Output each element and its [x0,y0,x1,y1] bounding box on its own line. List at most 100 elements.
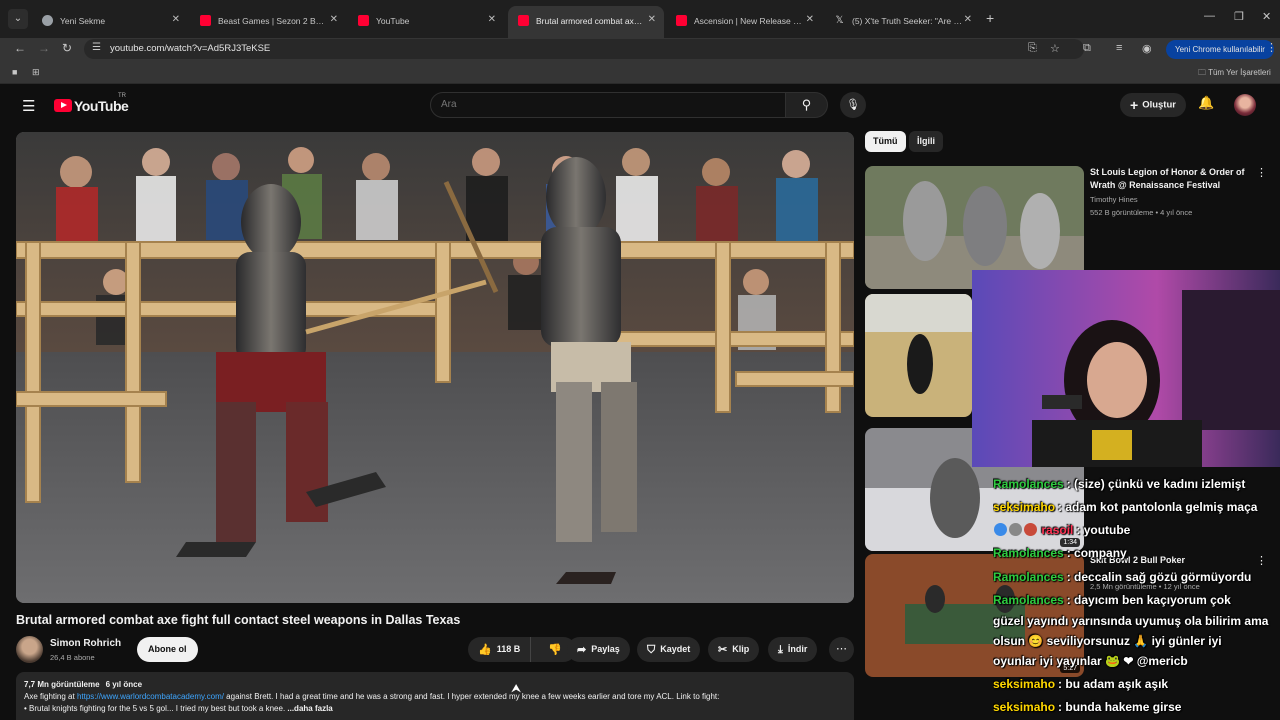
chat-message-continuation: güzel yayındı yarınsında uyumuş ola bili… [993,614,1269,628]
like-button[interactable]: 👍 118 B [468,637,532,662]
notifications-bell-icon[interactable]: 🔔 [1198,95,1214,111]
chat-message: Ramolances: dayıcım ben kaçıyorum çok [993,593,1231,607]
chat-message-continuation: olsun 😊 seviliyorsunuz 🙏 iyi günler iyi [993,634,1222,648]
site-info-icon[interactable]: ☰ [92,42,101,53]
chat-message: Ramolances: (size) çünkü ve kadını izlem… [993,477,1246,491]
country-code: TR [118,93,126,99]
browser-tab-bar: ⌄ Yeni Sekme ✕ Beast Games | Sezon 2 Böl… [0,0,1280,38]
show-more-link[interactable]: ...daha fazla [287,704,332,713]
tab-new-tab[interactable]: Yeni Sekme ✕ [32,6,188,34]
chrome-update-button[interactable]: Yeni Chrome kullanılabilir [1166,40,1274,59]
x-icon: 𝕏 [835,15,844,27]
description-box[interactable]: 7,7 Mn görüntüleme 6 yıl önce Axe fightin… [16,672,854,720]
minimize-icon[interactable]: — [1204,10,1215,22]
chat-message: Ramolances: deccalin sağ gözü görmüyordu [993,570,1252,584]
chat-message: seksimaho: bu adam aşık aşık [993,677,1169,691]
recommendation-channel[interactable]: Timothy Hines [1090,195,1138,204]
youtube-icon [676,15,687,27]
download-button[interactable]: ⤓ İndir [768,637,818,662]
clip-button[interactable]: ✂ Klip [708,637,760,662]
channel-avatar[interactable] [16,636,43,663]
download-icon: ⤓ [778,644,783,656]
tab-beast-games[interactable]: Beast Games | Sezon 2 Bölüm 2 ✕ [190,6,346,34]
description-line-2: • Brutal knights fighting for the 5 vs 5… [24,704,333,713]
video-player[interactable] [16,132,854,603]
tab-x-truth-seeker[interactable]: 𝕏(5) X'te Truth Seeker: "Are you a ✕ [824,6,980,34]
reload-icon[interactable]: ↻ [62,41,72,55]
create-button[interactable]: + Oluştur [1120,93,1186,117]
like-dislike-group: 👍 118 B 👎 [468,637,576,662]
chrome-icon [42,15,53,27]
tab-ascension[interactable]: Ascension | New Release Date T ✕ [666,6,822,34]
mouse-cursor-icon: ⮝ [511,681,522,695]
subscribe-button[interactable]: Abone ol [137,637,198,662]
tab-youtube[interactable]: YouTube ✕ [348,6,504,34]
chip-all[interactable]: Tümü [865,131,906,152]
chat-message: Ramolances: company [993,546,1127,560]
tab-search-button[interactable]: ⌄ [8,9,28,29]
close-icon[interactable]: ✕ [330,6,338,34]
youtube-icon [518,15,529,27]
thumbnail-image [865,294,972,417]
description-line-1: Axe fighting at https://www.warlordcomba… [24,692,720,701]
more-vertical-icon[interactable]: ⋮ [1256,166,1267,179]
subscriber-count: 26,4 B abone [50,653,95,662]
search-button[interactable]: ⚲ [786,92,828,118]
chat-message: seksimaho: adam kot pantolonla gelmiş ma… [993,500,1258,514]
view-count: 7,7 Mn görüntüleme [24,680,100,689]
microphone-icon: 🎙 [846,99,860,111]
close-icon[interactable]: ✕ [172,6,180,34]
cast-icon[interactable]: ⎘ [1028,42,1037,55]
recommendation-title[interactable]: St Louis Legion of Honor & Order of Wrat… [1090,166,1258,192]
apps-grid-icon[interactable]: ⊞ [32,67,40,78]
more-actions-button[interactable]: ⋯ [829,637,854,662]
media-icon[interactable]: ≡ [1116,42,1122,54]
extensions-icon[interactable]: ⧉ [1083,42,1091,55]
bookmark-page-icon[interactable]: ■ [12,67,17,77]
voice-search-button[interactable]: 🎙 [840,92,866,118]
save-button[interactable]: ⛉ Kaydet [637,637,701,662]
youtube-logo[interactable]: YouTube TR [54,93,129,114]
close-icon[interactable]: ✕ [488,6,496,34]
close-icon[interactable]: ✕ [648,6,656,34]
webcam-image [972,270,1280,467]
recommendation-meta: 552 B görüntüleme • 4 yıl önce [1090,208,1193,217]
new-tab-icon[interactable]: + [986,10,994,26]
emote-icon [1024,523,1037,536]
chrome-menu-icon[interactable]: ⋮ [1266,41,1277,54]
window-close-icon[interactable]: ✕ [1262,10,1271,23]
user-avatar[interactable] [1234,94,1256,116]
recommendation-thumbnail[interactable] [865,294,972,417]
all-bookmarks-folder[interactable]: 🗀 Tüm Yer İşaretleri [1198,67,1271,81]
description-link[interactable]: https://www.warlordcombatacademy.com/ [77,692,224,701]
close-icon[interactable]: ✕ [964,6,972,34]
back-icon[interactable]: ← [14,41,26,55]
plus-icon: + [1130,97,1139,113]
bookmark-icon: ⛉ [647,644,656,656]
search-input[interactable] [441,99,771,110]
chat-message-continuation: oyunlar iyi yayınlar 🐸 ❤ @mericb [993,654,1188,668]
share-icon: ➦ [577,644,587,656]
chip-related[interactable]: İlgili [909,131,943,152]
video-title: Brutal armored combat axe fight full con… [16,613,461,627]
emote-icon [994,523,1007,536]
restore-icon[interactable]: ❐ [1234,10,1244,23]
address-bar[interactable]: ☰ youtube.com/watch?v=Ad5RJ3TeKSE ⎘ ☆ [84,39,1084,59]
chat-message: seksimaho: bunda hakeme girse [993,700,1182,714]
youtube-play-icon [54,99,72,113]
youtube-icon [358,15,369,27]
video-frame [16,132,854,603]
search-box[interactable] [430,92,786,118]
menu-icon[interactable]: ☰ [22,97,35,115]
tab-brutal-armored-combat[interactable]: Brutal armored combat axe fight ✕ [508,6,664,38]
profile-icon[interactable]: ◉ [1142,42,1152,55]
streamer-webcam [972,270,1280,467]
stream-chat-overlay: Ramolances: (size) çünkü ve kadını izlem… [993,474,1280,720]
bookmark-star-icon[interactable]: ☆ [1050,42,1060,55]
close-icon[interactable]: ✕ [806,6,814,34]
forward-icon[interactable]: → [38,41,50,55]
more-horizontal-icon: ⋯ [836,643,847,655]
channel-name[interactable]: Simon Rohrich [50,638,121,649]
emote-icon [1009,523,1022,536]
share-button[interactable]: ➦ Paylaş [567,637,630,662]
